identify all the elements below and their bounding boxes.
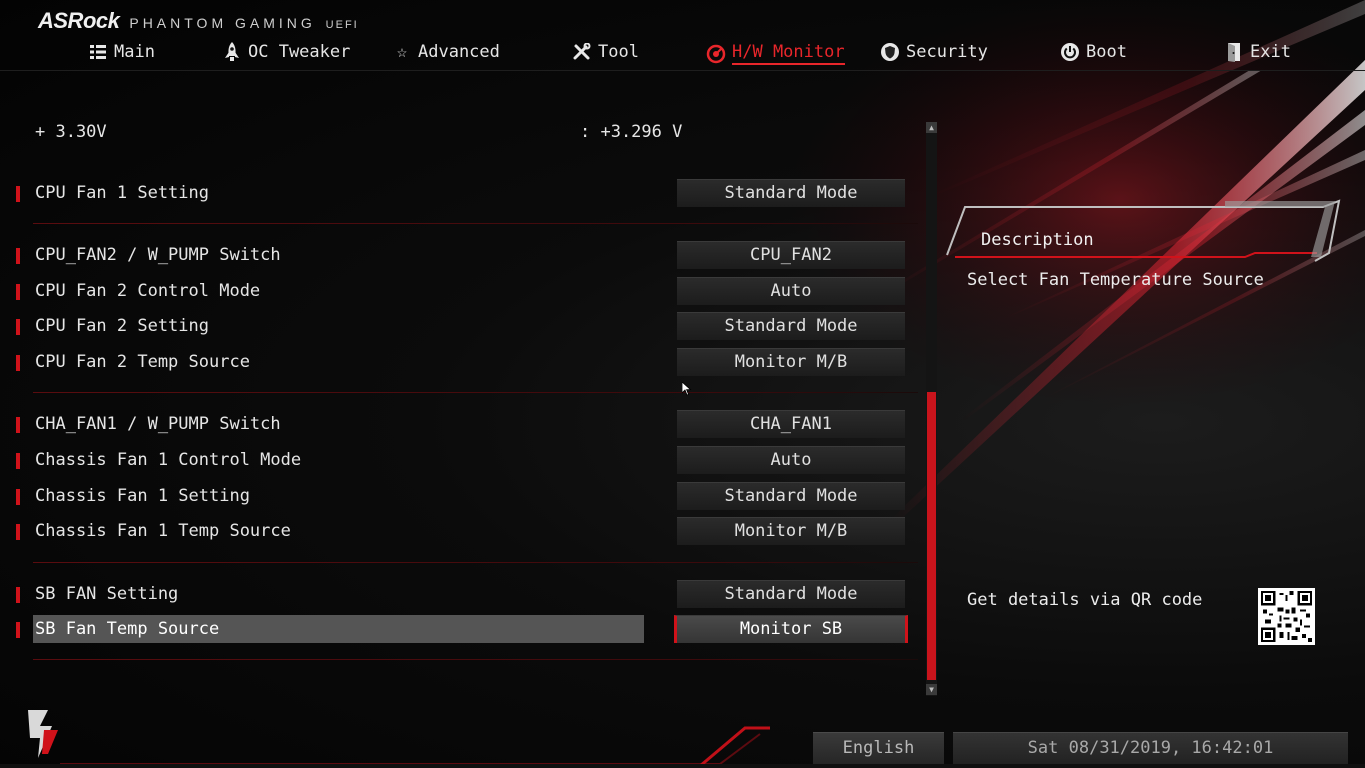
setting-marker [16,319,20,335]
setting-value-button[interactable]: Auto [677,277,905,305]
setting-label: CHA_FAN1 / W_PUMP Switch [35,414,281,434]
power-icon [1060,42,1080,62]
language-button[interactable]: English [813,732,944,764]
setting-value-button[interactable]: Monitor SB [674,615,908,643]
description-title: Description [981,230,1094,250]
setting-marker [16,355,20,371]
tab-boot[interactable]: Boot [1060,42,1127,62]
setting-value-button[interactable]: CPU_FAN2 [677,241,905,269]
tab-main-label: Main [114,42,155,62]
setting-row-chassis-fan1-setting[interactable]: Chassis Fan 1 Setting Standard Mode [0,482,920,512]
voltage-value: : +3.296 V [580,122,683,142]
bottom-bar [0,764,1365,768]
section-divider [33,659,918,660]
tab-advanced[interactable]: ☆ Advanced [392,42,500,62]
setting-label: CPU Fan 2 Control Mode [35,281,261,301]
setting-label: CPU Fan 2 Setting [35,316,209,336]
tab-main[interactable]: Main [88,42,155,62]
section-divider [33,392,918,393]
voltage-label: + 3.30V [35,122,107,142]
scroll-down-arrow-icon[interactable]: ▼ [926,684,937,695]
setting-marker [16,453,20,469]
setting-marker [16,186,20,202]
tab-security[interactable]: Security [880,42,988,62]
shield-icon [880,42,900,62]
setting-value-button[interactable]: Standard Mode [677,482,905,510]
setting-row-sb-fan-temp-source[interactable]: SB Fan Temp Source Monitor SB [0,615,920,645]
setting-value-button[interactable]: Auto [677,446,905,474]
setting-marker [16,587,20,603]
setting-label: CPU_FAN2 / W_PUMP Switch [35,245,281,265]
tab-exit-label: Exit [1250,42,1291,62]
setting-label: SB FAN Setting [35,584,179,604]
setting-marker [16,284,20,300]
setting-row-chassis-fan1-temp-source[interactable]: Chassis Fan 1 Temp Source Monitor M/B [0,517,920,547]
setting-marker [16,417,20,433]
setting-marker [16,489,20,505]
setting-marker [16,622,20,638]
nav-divider [0,70,1365,71]
setting-label: Chassis Fan 1 Control Mode [35,450,302,470]
tab-exit[interactable]: Exit [1224,42,1291,62]
monitor-gauge-icon [706,44,726,64]
tab-hw-monitor-label: H/W Monitor [732,42,845,65]
list-icon [88,42,108,62]
setting-row-cha-fan1-switch[interactable]: CHA_FAN1 / W_PUMP Switch CHA_FAN1 [0,410,920,440]
setting-row-chassis-fan1-control-mode[interactable]: Chassis Fan 1 Control Mode Auto [0,446,920,476]
qr-code-icon [1258,588,1315,645]
tab-hw-monitor[interactable]: H/W Monitor [706,42,845,65]
top-nav: Main OC Tweaker ☆ Advanced Tool H/W Moni… [0,38,1365,70]
star-icon: ☆ [396,42,408,62]
mouse-cursor-icon [682,382,692,396]
setting-value-button[interactable]: Standard Mode [677,179,905,207]
brand-subtitle-text: PHANTOM GAMING [129,15,316,31]
tab-security-label: Security [906,42,988,62]
asrock-logo: ASRock [38,8,120,33]
tab-tool[interactable]: Tool [572,42,639,62]
setting-label: SB Fan Temp Source [35,619,220,639]
scroll-up-arrow-icon[interactable]: ▲ [926,122,937,133]
exit-door-icon [1224,42,1244,62]
tab-oc-tweaker-label: OC Tweaker [248,42,351,62]
brand-header: ASRock PHANTOM GAMING UEFI [38,8,359,34]
tab-advanced-label: Advanced [418,42,500,62]
setting-row-cpu-fan2-control-mode[interactable]: CPU Fan 2 Control Mode Auto [0,277,920,307]
setting-marker [16,248,20,264]
setting-row-cpu-fan2-setting[interactable]: CPU Fan 2 Setting Standard Mode [0,312,920,342]
bottom-accent-lines [60,726,770,768]
brand-uefi: UEFI [325,19,359,31]
section-divider [33,562,918,563]
rocket-icon [222,42,242,62]
scrollbar-thumb[interactable] [927,392,936,680]
tab-boot-label: Boot [1086,42,1127,62]
voltage-reading-row: + 3.30V : +3.296 V [0,118,920,148]
setting-value-button[interactable]: CHA_FAN1 [677,410,905,438]
setting-value-button[interactable]: Standard Mode [677,580,905,608]
tools-icon [572,42,592,62]
setting-row-cpu-fan2-switch[interactable]: CPU_FAN2 / W_PUMP Switch CPU_FAN2 [0,241,920,271]
setting-label: Chassis Fan 1 Temp Source [35,521,291,541]
setting-marker [16,524,20,540]
setting-row-cpu-fan1-setting[interactable]: CPU Fan 1 Setting Standard Mode [0,179,920,209]
date-time-display: Sat 08/31/2019, 16:42:01 [953,732,1348,764]
setting-row-cpu-fan2-temp-source[interactable]: CPU Fan 2 Temp Source Monitor M/B [0,348,920,378]
setting-value-button[interactable]: Monitor M/B [677,348,905,376]
section-divider [33,223,918,224]
tab-oc-tweaker[interactable]: OC Tweaker [222,42,350,62]
qr-caption: Get details via QR code [967,590,1203,610]
setting-row-sb-fan-setting[interactable]: SB FAN Setting Standard Mode [0,580,920,610]
setting-label: CPU Fan 1 Setting [35,183,209,203]
setting-value-button[interactable]: Standard Mode [677,312,905,340]
setting-value-button[interactable]: Monitor M/B [677,517,905,545]
brand-subtitle: PHANTOM GAMING UEFI [129,15,358,31]
tab-tool-label: Tool [598,42,639,62]
setting-label: Chassis Fan 1 Setting [35,486,250,506]
setting-label: CPU Fan 2 Temp Source [35,352,250,372]
description-text: Select Fan Temperature Source [967,270,1264,290]
